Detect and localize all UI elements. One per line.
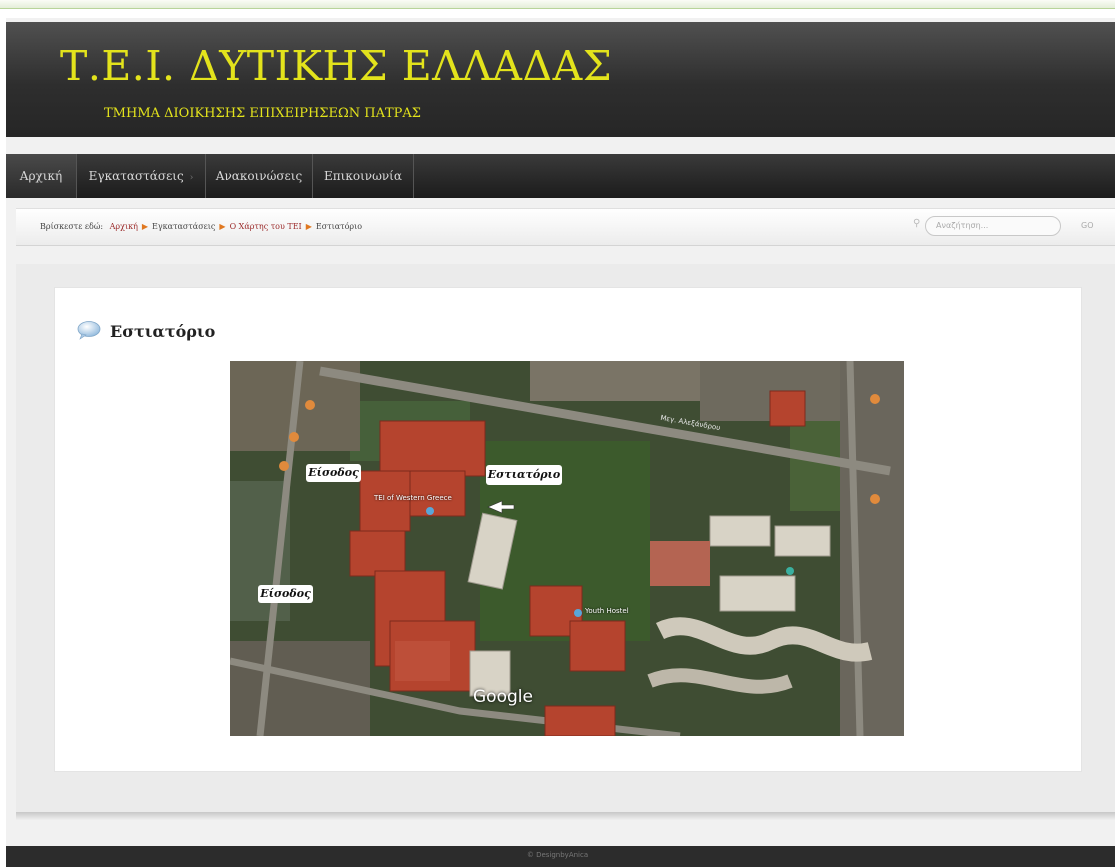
nav-item-label: Επικοινωνία	[324, 169, 402, 183]
speech-bubble-icon	[77, 321, 101, 340]
breadcrumb-link-home[interactable]: Αρχική	[110, 222, 138, 231]
nav-item-label: Εγκαταστάσεις	[88, 169, 184, 183]
nav-item-facilities[interactable]: Εγκαταστάσεις ›	[77, 154, 206, 198]
breadcrumb-arrow-icon: ▶	[219, 222, 226, 231]
nav-item-contact[interactable]: Επικοινωνία	[313, 154, 414, 198]
search-icon: ⚲	[913, 218, 921, 229]
nav-item-label: Ανακοινώσεις	[215, 169, 303, 183]
map-place-label: Youth Hostel	[585, 607, 629, 615]
map-callout-restaurant: Εστιατόριο	[486, 465, 562, 485]
google-logo: Google	[473, 687, 533, 707]
article-title: Εστιατόριο	[110, 322, 216, 341]
footer-credit: © DesignbyAnica	[526, 851, 589, 859]
site-subtitle: ΤΜΗΜΑ ΔΙΟΙΚΗΣΗΣ ΕΠΙΧΕΙΡΗΣΕΩΝ ΠΑΤΡΑΣ	[104, 106, 421, 121]
breadcrumb-link-map[interactable]: Ο Χάρτης του ΤΕΙ	[230, 222, 302, 231]
dropdown-arrow-icon: ›	[189, 173, 194, 183]
site-title[interactable]: Τ.Ε.Ι. ΔΥΤΙΚΗΣ ΕΛΛΑΔΑΣ	[60, 42, 612, 90]
breadcrumb-prefix: Βρίσκεστε εδώ:	[40, 222, 104, 231]
search-input[interactable]: Αναζήτηση...	[925, 216, 1061, 236]
search-go-button[interactable]: GO	[1081, 217, 1111, 235]
nav-item-announcements[interactable]: Ανακοινώσεις	[206, 154, 313, 198]
nav-item-home[interactable]: Αρχική	[6, 154, 77, 198]
map-callout-entrance: Είσοδος	[306, 464, 361, 482]
breadcrumb-arrow-icon: ▶	[141, 222, 149, 231]
breadcrumb: Βρίσκεστε εδώ: Αρχική ▶ Εγκαταστάσεις ▶ Ο Χά…	[40, 222, 362, 231]
map-place-label: TEI of Western Greece	[374, 494, 452, 502]
breadcrumb-current: Εστιατόριο	[315, 222, 363, 231]
content-shadow	[16, 812, 1115, 820]
top-accent-line	[0, 0, 1115, 9]
breadcrumb-arrow-icon: ▶	[305, 222, 312, 231]
breadcrumb-item-facilities[interactable]: Εγκαταστάσεις	[152, 222, 215, 231]
map-callout-entrance: Είσοδος	[258, 585, 313, 603]
nav-item-label: Αρχική	[19, 169, 63, 183]
campus-map-image[interactable]: Είσοδος Είσοδος Εστιατόριο TEI of Wester…	[230, 361, 904, 736]
